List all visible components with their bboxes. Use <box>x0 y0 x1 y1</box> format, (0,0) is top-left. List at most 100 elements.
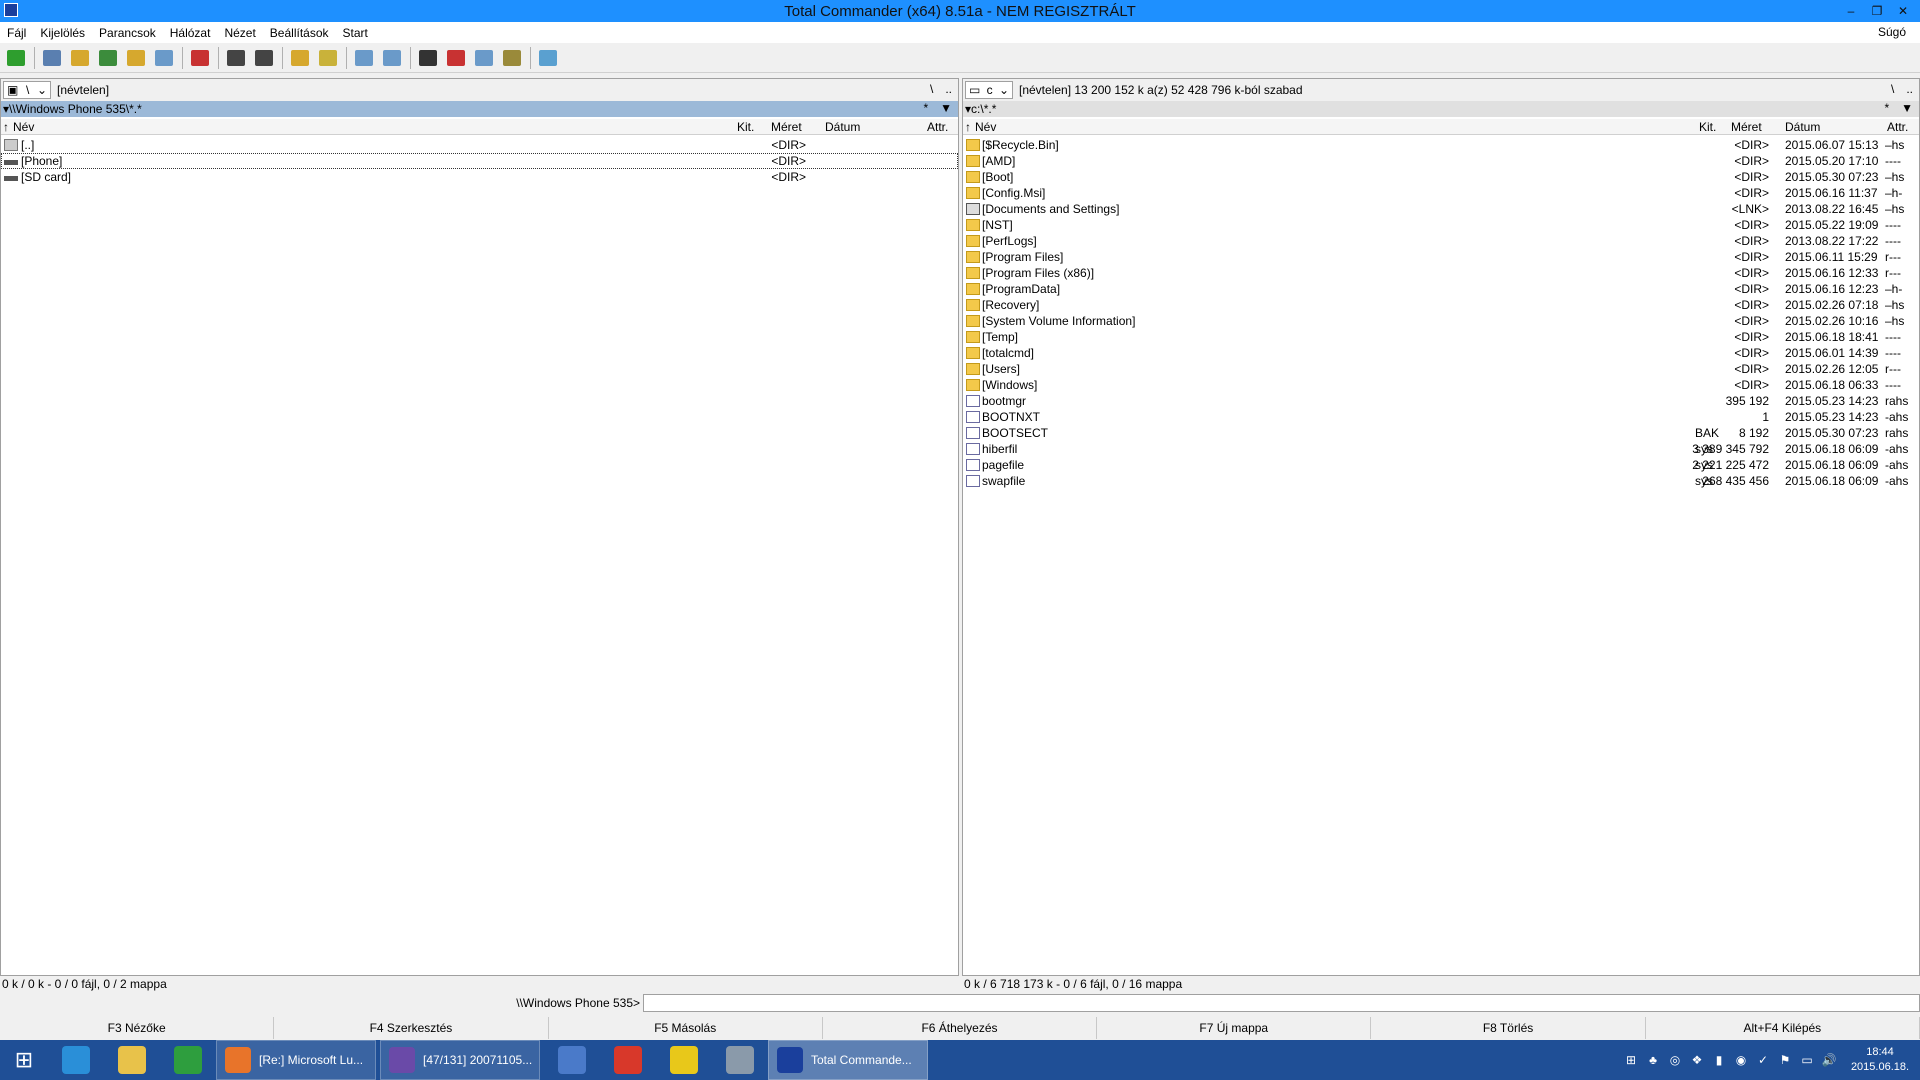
minimize-button[interactable]: – <box>1838 0 1864 22</box>
file-row[interactable]: [Boot] <DIR> 2015.05.30 07:23 –hs <box>963 169 1919 185</box>
tray-icon[interactable]: 🔊 <box>1818 1053 1840 1067</box>
history-dropdown-icon[interactable]: ▼ <box>940 101 952 115</box>
col-date[interactable]: Dátum <box>825 120 860 134</box>
taskbar-ie[interactable] <box>48 1040 104 1080</box>
file-row[interactable]: BOOTSECT BAK 8 192 2015.05.30 07:23 rahs <box>963 425 1919 441</box>
file-row[interactable]: [$Recycle.Bin] <DIR> 2015.06.07 15:13 –hs <box>963 137 1919 153</box>
taskbar-store[interactable] <box>160 1040 216 1080</box>
tray-icon[interactable]: ❖ <box>1686 1053 1708 1067</box>
file-row[interactable]: [Program Files] <DIR> 2015.06.11 15:29 r--- <box>963 249 1919 265</box>
file-row[interactable]: [ProgramData] <DIR> 2015.06.16 12:23 –h- <box>963 281 1919 297</box>
file-row[interactable]: [SD card] <DIR> <box>1 169 958 185</box>
right-root-button[interactable]: \ <box>1891 82 1894 96</box>
file-row[interactable]: hiberfil sys 3 389 345 792 2015.06.18 06:09… <box>963 441 1919 457</box>
menu-item[interactable]: Beállítások <box>263 26 336 40</box>
fkey-button[interactable]: F8 Törlés <box>1371 1017 1646 1039</box>
menu-item[interactable]: Kijelölés <box>33 26 92 40</box>
taskbar-calculator[interactable] <box>712 1040 768 1080</box>
brief-view-button[interactable] <box>40 46 64 70</box>
menu-item[interactable]: Nézet <box>217 26 262 40</box>
left-path-bar[interactable]: ▾ \\Windows Phone 535\*.* * ▼ <box>1 101 958 117</box>
menu-item[interactable]: Fájl <box>0 26 33 40</box>
notepad-button[interactable] <box>536 46 560 70</box>
title-bar[interactable]: Total Commander (x64) 8.51a - NEM REGISZ… <box>0 0 1920 22</box>
taskbar-network[interactable] <box>544 1040 600 1080</box>
taskbar-explorer[interactable] <box>104 1040 160 1080</box>
pack-button[interactable] <box>288 46 312 70</box>
col-date[interactable]: Dátum <box>1785 120 1820 134</box>
forward-button[interactable] <box>252 46 276 70</box>
file-row[interactable]: BOOTNXT 1 2015.05.23 14:23 -ahs <box>963 409 1919 425</box>
file-row[interactable]: [Temp] <DIR> 2015.06.18 18:41 ---- <box>963 329 1919 345</box>
restore-button[interactable]: ❐ <box>1864 0 1890 22</box>
menu-help[interactable]: Súgó <box>1871 25 1913 39</box>
close-button[interactable]: ✕ <box>1890 0 1916 22</box>
col-size[interactable]: Méret <box>1731 120 1762 134</box>
menu-item[interactable]: Parancsok <box>92 26 163 40</box>
fkey-button[interactable]: F6 Áthelyezés <box>823 1017 1098 1039</box>
col-size[interactable]: Méret <box>771 120 802 134</box>
col-ext[interactable]: Kit. <box>737 120 754 134</box>
taskbar-music[interactable] <box>600 1040 656 1080</box>
tray-icon[interactable]: ◎ <box>1664 1053 1686 1067</box>
file-row[interactable]: [PerfLogs] <DIR> 2013.08.22 17:22 ---- <box>963 233 1919 249</box>
left-up-button[interactable]: .. <box>945 82 952 96</box>
rename-button[interactable] <box>444 46 468 70</box>
file-row[interactable]: [Recovery] <DIR> 2015.02.26 07:18 –hs <box>963 297 1919 313</box>
col-attr[interactable]: Attr. <box>1887 120 1908 134</box>
right-panel[interactable]: ▭ c ⌄ [névtelen] 13 200 152 k a(z) 52 42… <box>962 78 1920 976</box>
windows-start-icon[interactable]: ⊞ <box>0 1040 48 1080</box>
invert-selection-button[interactable] <box>188 46 212 70</box>
sync-dirs-button[interactable] <box>152 46 176 70</box>
file-row[interactable]: [Windows] <DIR> 2015.06.18 06:33 ---- <box>963 377 1919 393</box>
tray-icon[interactable]: ◉ <box>1730 1053 1752 1067</box>
tray-icon[interactable]: ⊞ <box>1620 1053 1642 1067</box>
tray-icon[interactable]: ▭ <box>1796 1053 1818 1067</box>
fkey-button[interactable]: F7 Új mappa <box>1097 1017 1372 1039</box>
multi-rename-button[interactable] <box>500 46 524 70</box>
right-filter-star[interactable]: * <box>1884 101 1889 115</box>
taskbar-window[interactable]: [47/131] 20071105... <box>380 1040 540 1080</box>
unpack-button[interactable] <box>316 46 340 70</box>
refresh-button[interactable] <box>4 46 28 70</box>
ftp-button[interactable] <box>352 46 376 70</box>
command-input[interactable] <box>643 994 1920 1012</box>
taskbar-clock-app[interactable] <box>656 1040 712 1080</box>
file-row[interactable]: [Documents and Settings] <LNK> 2013.08.22 … <box>963 201 1919 217</box>
tray-icon[interactable]: ♣ <box>1642 1053 1664 1067</box>
left-panel[interactable]: ▣ \ ⌄ [névtelen] \ .. ▾ \\Windows Phone … <box>0 78 959 976</box>
tray-icon[interactable]: ▮ <box>1708 1053 1730 1067</box>
fkey-button[interactable]: F3 Nézőke <box>0 1017 275 1039</box>
thumbnail-button[interactable] <box>96 46 120 70</box>
left-filter-star[interactable]: * <box>923 101 928 115</box>
col-ext[interactable]: Kit. <box>1699 120 1716 134</box>
tray-icon[interactable]: ⚑ <box>1774 1053 1796 1067</box>
back-button[interactable] <box>224 46 248 70</box>
left-drive-select[interactable]: ▣ \ ⌄ <box>3 81 51 99</box>
file-row[interactable]: [Program Files (x86)] <DIR> 2015.06.16 12:… <box>963 265 1919 281</box>
history-dropdown-icon[interactable]: ▼ <box>1901 101 1913 115</box>
fkey-button[interactable]: Alt+F4 Kilépés <box>1646 1017 1920 1039</box>
col-attr[interactable]: Attr. <box>927 120 948 134</box>
file-row[interactable]: [..] <DIR> <box>1 137 958 153</box>
branch-view-button[interactable] <box>124 46 148 70</box>
clock[interactable]: 18:44 2015.06.18. <box>1840 1045 1920 1075</box>
taskbar-window[interactable]: [Re:] Microsoft Lu... <box>216 1040 376 1080</box>
file-row[interactable]: [Phone] <DIR> <box>1 153 958 169</box>
file-row[interactable]: pagefile sys 2 221 225 472 2015.06.18 06:09… <box>963 457 1919 473</box>
menu-item[interactable]: Start <box>336 26 375 40</box>
find-button[interactable] <box>416 46 440 70</box>
file-row[interactable]: [AMD] <DIR> 2015.05.20 17:10 ---- <box>963 153 1919 169</box>
fkey-button[interactable]: F5 Másolás <box>549 1017 823 1039</box>
right-drive-select[interactable]: ▭ c ⌄ <box>965 81 1013 99</box>
url-button[interactable] <box>380 46 404 70</box>
file-row[interactable]: swapfile sys 268 435 456 2015.06.18 06:09 -a… <box>963 473 1919 489</box>
file-row[interactable]: [Users] <DIR> 2015.02.26 12:05 r--- <box>963 361 1919 377</box>
file-row[interactable]: [totalcmd] <DIR> 2015.06.01 14:39 ---- <box>963 345 1919 361</box>
col-name[interactable]: Név <box>975 120 996 134</box>
menu-item[interactable]: Hálózat <box>163 26 218 40</box>
tray-icon[interactable]: ✓ <box>1752 1053 1774 1067</box>
left-root-button[interactable]: \ <box>930 82 933 96</box>
file-row[interactable]: [Config.Msi] <DIR> 2015.06.16 11:37 –h- <box>963 185 1919 201</box>
file-row[interactable]: [System Volume Information] <DIR> 2015.02.… <box>963 313 1919 329</box>
